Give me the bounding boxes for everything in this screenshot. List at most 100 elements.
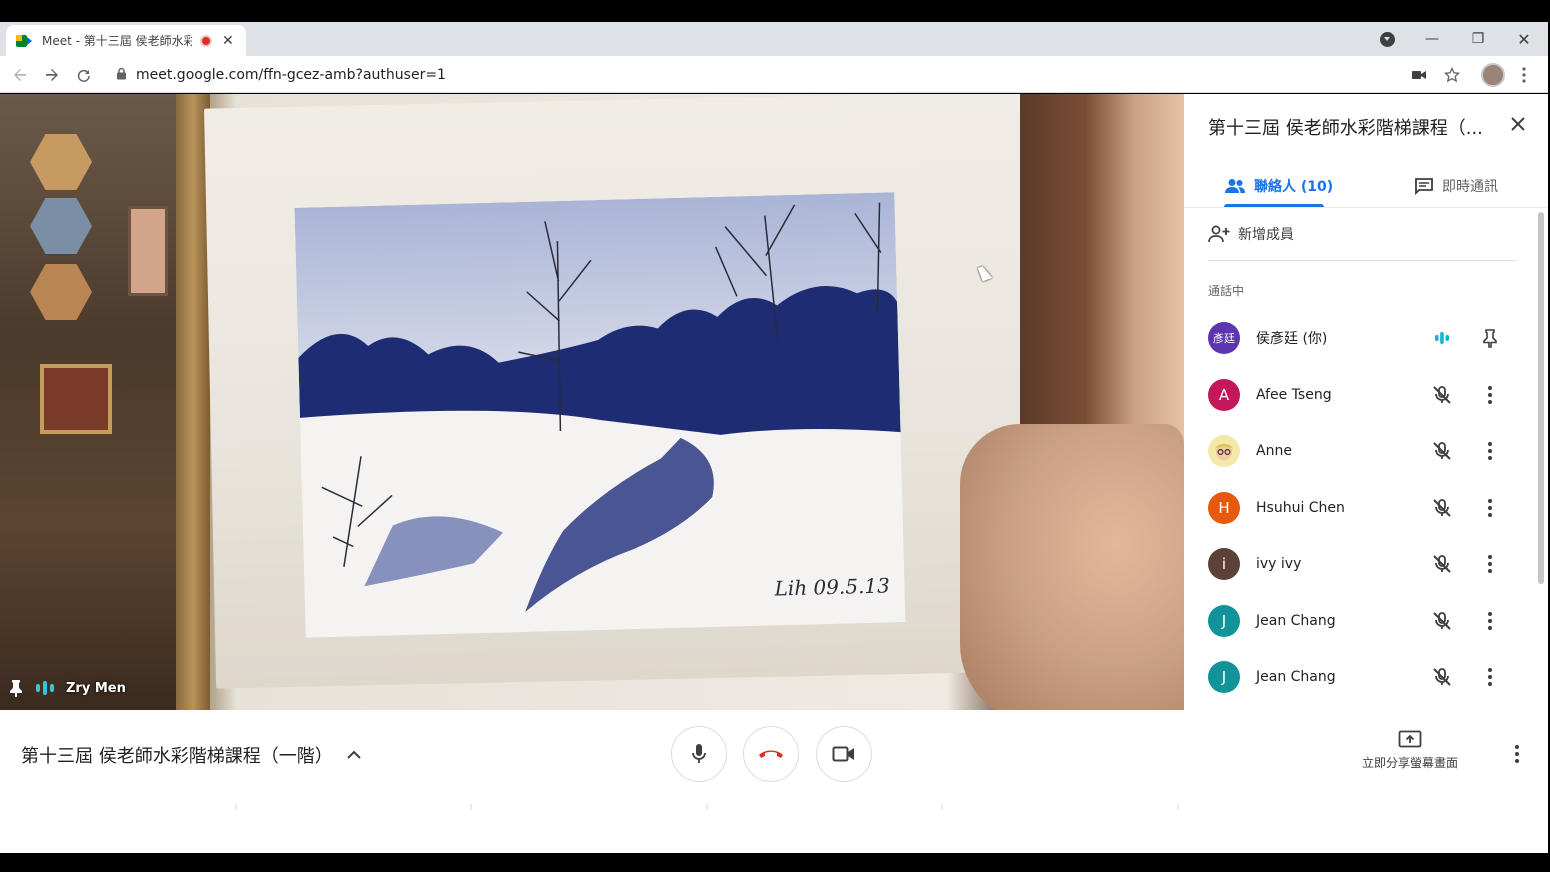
- meeting-control-bar: 第十三屆 侯老師水彩階梯課程（一階） 立即分享螢幕畫面: [0, 710, 1548, 853]
- participant-name: Anne: [1256, 443, 1292, 460]
- in-call-section-label: 通話中: [1208, 284, 1245, 298]
- tab-people-label: 聯絡人 (10): [1254, 179, 1334, 195]
- mic-off-icon: [1430, 609, 1454, 633]
- participant-row[interactable]: J Jean Chang: [1184, 593, 1534, 650]
- wall-decoration: [30, 134, 92, 190]
- screen: Meet - 第十三屆 侯老師水彩 ✕ — ❐ ✕ meet.google.co…: [0, 0, 1550, 872]
- camera-in-use-icon[interactable]: [1408, 56, 1430, 93]
- panel-title: 第十三屆 侯老師水彩階梯課程（...: [1208, 118, 1483, 139]
- meeting-title: 第十三屆 侯老師水彩階梯課程（一階）: [21, 746, 333, 767]
- wall-decoration: [30, 198, 92, 254]
- tab-chat[interactable]: 即時通訊: [1414, 166, 1498, 206]
- participant-avatar: J: [1208, 604, 1240, 637]
- participant-avatar: [1208, 435, 1240, 468]
- tab-title: Meet - 第十三屆 侯老師水彩: [42, 34, 192, 48]
- participants-panel: 第十三屆 侯老師水彩階梯課程（... 聯絡人 (10) 即時通訊 新增成員 通話…: [1184, 94, 1548, 710]
- back-arrow-icon[interactable]: [8, 56, 32, 93]
- divider: [706, 804, 708, 810]
- window-minimize-button[interactable]: —: [1420, 22, 1444, 56]
- forward-arrow-icon[interactable]: [40, 56, 64, 93]
- presenter-hand: [960, 424, 1184, 710]
- divider: [235, 804, 237, 810]
- participant-name: Afee Tseng: [1256, 386, 1332, 403]
- mic-off-icon: [1430, 439, 1454, 463]
- wall-decoration: [30, 264, 92, 320]
- hang-up-phone-icon: [759, 750, 783, 758]
- mic-off-icon: [1430, 552, 1454, 576]
- wall-picture: [40, 364, 112, 434]
- participant-row[interactable]: 彥廷 侯彥廷 (你): [1184, 310, 1534, 367]
- browser-tab-strip: Meet - 第十三屆 侯老師水彩 ✕: [0, 22, 1548, 56]
- meet-favicon-icon: [16, 34, 32, 48]
- more-options-icon[interactable]: [1478, 496, 1502, 520]
- meeting-details-toggle[interactable]: 第十三屆 侯老師水彩階梯課程（一階）: [21, 742, 361, 768]
- more-options-icon[interactable]: [1478, 552, 1502, 576]
- add-member-button[interactable]: 新增成員: [1208, 222, 1294, 246]
- pin-icon[interactable]: [8, 679, 24, 697]
- tab-people[interactable]: 聯絡人 (10): [1224, 166, 1333, 206]
- participant-name: Jean Chang: [1256, 612, 1336, 629]
- more-options-icon[interactable]: [1506, 742, 1528, 766]
- divider: [1208, 260, 1516, 261]
- participant-avatar: i: [1208, 548, 1240, 581]
- wall-picture: [128, 206, 168, 296]
- participant-row[interactable]: J Jean Chang: [1184, 649, 1534, 706]
- watercolor-painting: Lih 09.5.13: [294, 192, 906, 638]
- audio-level-icon: [36, 681, 54, 695]
- add-person-icon: [1208, 225, 1230, 243]
- present-now-label: 立即分享螢幕畫面: [1361, 756, 1458, 770]
- bookmark-star-icon[interactable]: [1440, 56, 1464, 93]
- painting-signature: Lih 09.5.13: [773, 573, 890, 600]
- participant-row[interactable]: H Hsuhui Chen: [1184, 480, 1534, 537]
- camera-button[interactable]: [816, 726, 872, 782]
- lock-icon: [116, 67, 136, 83]
- window-close-button[interactable]: ✕: [1512, 22, 1536, 56]
- more-options-icon[interactable]: [1478, 439, 1502, 463]
- profile-dropdown-icon[interactable]: [1376, 22, 1398, 56]
- participant-name: 侯彥廷 (你): [1256, 331, 1328, 348]
- people-icon: [1225, 179, 1245, 193]
- participant-avatar: H: [1208, 491, 1240, 524]
- pin-icon[interactable]: [1478, 326, 1502, 350]
- tab-close-button[interactable]: ✕: [222, 33, 234, 49]
- present-screen-icon: [1398, 730, 1422, 748]
- participant-avatar: A: [1208, 378, 1240, 411]
- microphone-icon: [692, 744, 706, 763]
- add-member-label: 新增成員: [1238, 227, 1294, 243]
- more-options-icon[interactable]: [1478, 383, 1502, 407]
- browser-tab-meet[interactable]: Meet - 第十三屆 侯老師水彩 ✕: [6, 25, 246, 56]
- divider: [470, 804, 472, 810]
- participant-name: Hsuhui Chen: [1256, 499, 1345, 516]
- participant-row[interactable]: i ivy ivy: [1184, 536, 1534, 593]
- hang-up-button[interactable]: [743, 726, 799, 782]
- mic-off-icon: [1430, 665, 1454, 689]
- mic-off-icon: [1430, 496, 1454, 520]
- chevron-up-icon: [347, 750, 361, 759]
- participant-avatar: J: [1208, 661, 1240, 694]
- more-options-icon[interactable]: [1478, 665, 1502, 689]
- profile-avatar[interactable]: [1480, 56, 1506, 93]
- participant-name: ivy ivy: [1256, 556, 1302, 573]
- recording-indicator-icon: [200, 34, 212, 47]
- panel-close-icon[interactable]: [1506, 112, 1530, 136]
- microphone-button[interactable]: [671, 726, 727, 782]
- reload-icon[interactable]: [72, 56, 96, 93]
- tab-chat-label: 即時通訊: [1442, 179, 1498, 195]
- chat-icon: [1415, 178, 1433, 195]
- present-now-button[interactable]: 立即分享螢幕畫面: [1350, 730, 1470, 771]
- window-maximize-button[interactable]: ❐: [1466, 22, 1490, 56]
- panel-scrollbar[interactable]: [1538, 212, 1544, 584]
- more-options-icon[interactable]: [1478, 609, 1502, 633]
- participant-row[interactable]: A Afee Tseng: [1184, 367, 1534, 424]
- divider: [1177, 804, 1179, 810]
- browser-menu-icon[interactable]: [1514, 56, 1534, 93]
- participant-row[interactable]: Anne: [1184, 423, 1534, 480]
- url-text: meet.google.com/ffn-gcez-amb?authuser=1: [136, 66, 446, 83]
- participant-list: 彥廷 侯彥廷 (你) A Afee Tseng Anne H Hsuhui Chen i ivy…: [1184, 310, 1534, 706]
- address-bar[interactable]: meet.google.com/ffn-gcez-amb?authuser=1: [108, 60, 1468, 89]
- speaker-name: Zry Men: [66, 680, 126, 696]
- browser-toolbar: meet.google.com/ffn-gcez-amb?authuser=1: [0, 56, 1548, 93]
- participant-name: Jean Chang: [1256, 669, 1336, 686]
- divider: [941, 804, 943, 810]
- mic-off-icon: [1430, 383, 1454, 407]
